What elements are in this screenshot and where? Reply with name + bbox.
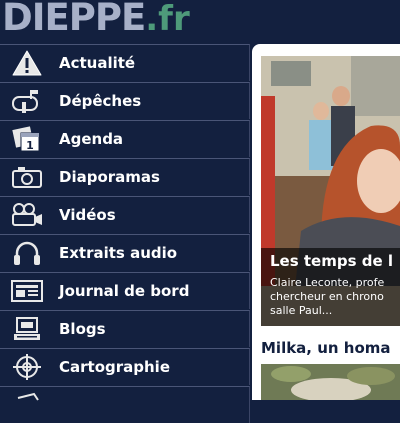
camera-icon bbox=[10, 164, 44, 190]
article-thumbnail[interactable] bbox=[261, 364, 400, 400]
sidebar-item-journal-de-bord[interactable]: Journal de bord bbox=[0, 272, 250, 309]
sidebar-item-label: Journal de bord bbox=[59, 282, 190, 300]
featured-story-title[interactable]: Les temps de l bbox=[270, 252, 393, 270]
sidebar-item-label: Cartographie bbox=[59, 358, 170, 376]
site-logo[interactable]: DIEPPE.fr bbox=[2, 0, 190, 41]
sidebar-item-label: Extraits audio bbox=[59, 244, 178, 262]
site-header: DIEPPE.fr bbox=[0, 0, 400, 44]
sidebar-item-actualite[interactable]: Actualité bbox=[0, 44, 250, 81]
main-content: Les temps de l Claire Leconte, profe che… bbox=[252, 44, 400, 400]
sidebar-item-videos[interactable]: Vidéos bbox=[0, 196, 250, 233]
sidebar-item-diaporamas[interactable]: Diaporamas bbox=[0, 158, 250, 195]
sidebar-item-label: Blogs bbox=[59, 320, 106, 338]
sidebar-item-label: Agenda bbox=[59, 130, 124, 148]
document-icon bbox=[10, 392, 44, 418]
computer-icon bbox=[10, 316, 44, 342]
sidebar-item-extraits-audio[interactable]: Extraits audio bbox=[0, 234, 250, 271]
featured-story-excerpt: Claire Leconte, profe chercheur en chron… bbox=[270, 276, 385, 317]
sidebar-item-cartographie[interactable]: Cartographie bbox=[0, 348, 250, 385]
sidebar-item-label: Diaporamas bbox=[59, 168, 160, 186]
featured-story[interactable]: Les temps de l Claire Leconte, profe che… bbox=[261, 56, 400, 326]
crosshair-icon bbox=[10, 354, 44, 380]
svg-text:1: 1 bbox=[26, 139, 34, 152]
logo-tld: .fr bbox=[145, 0, 190, 39]
article-title[interactable]: Milka, un homa bbox=[261, 339, 391, 357]
calendar-icon: 1 bbox=[10, 126, 44, 152]
featured-story-caption: Les temps de l Claire Leconte, profe che… bbox=[261, 248, 400, 326]
newspaper-icon bbox=[10, 278, 44, 304]
sidebar-item-label: Actualité bbox=[59, 54, 136, 72]
warning-icon bbox=[10, 50, 44, 76]
sidebar-item-partial[interactable] bbox=[0, 386, 250, 423]
headphones-icon bbox=[10, 240, 44, 266]
sidebar-item-label: Dépêches bbox=[59, 92, 142, 110]
logo-name: DIEPPE bbox=[2, 0, 146, 39]
sidebar-nav: Actualité Dépêches 1 Agenda Diaporamas V… bbox=[0, 44, 250, 423]
video-camera-icon bbox=[10, 202, 44, 228]
sidebar-item-agenda[interactable]: 1 Agenda bbox=[0, 120, 250, 157]
article-thumbnail-image bbox=[261, 364, 400, 400]
mailbox-icon bbox=[10, 88, 44, 114]
sidebar-item-depeches[interactable]: Dépêches bbox=[0, 82, 250, 119]
sidebar-item-label: Vidéos bbox=[59, 206, 116, 224]
sidebar-item-blogs[interactable]: Blogs bbox=[0, 310, 250, 347]
